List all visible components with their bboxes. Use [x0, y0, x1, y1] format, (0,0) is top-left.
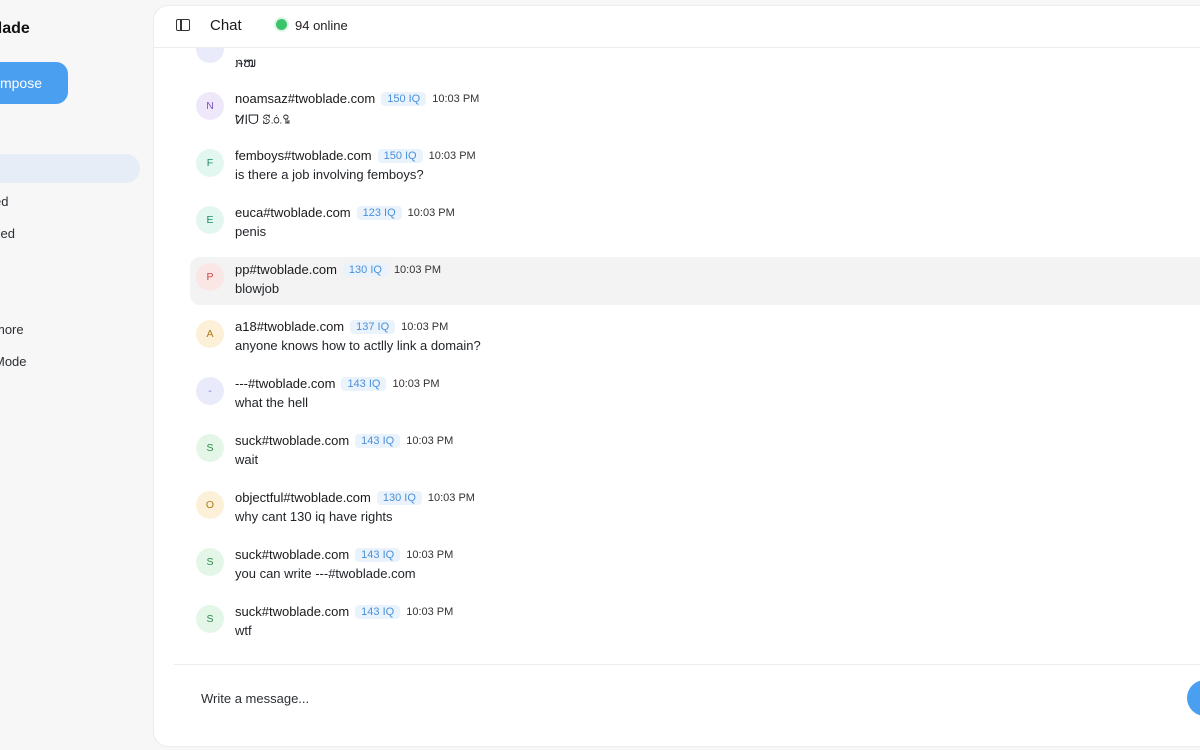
list-item[interactable]: - ---#twoblade.com 143 IQ 10:03 PM what the … [190, 371, 1200, 419]
composer [174, 674, 1200, 722]
chat-panel: Chat 94 online ໞໜ໛ Nnoamsaz#twoblade.com 1… [154, 6, 1200, 746]
username[interactable]: pp#twoblade.com [235, 262, 337, 277]
timestamp: 10:03 PM [401, 321, 448, 333]
online-count: 94 online [295, 18, 348, 33]
iq-badge: 143 IQ [341, 377, 386, 391]
online-status-icon [276, 19, 287, 30]
sidebar-item-1[interactable]: ed [0, 194, 8, 209]
message-text: ໞໜ໛ [235, 53, 256, 74]
message-text: anyone knows how to actlly link a domain… [235, 338, 481, 353]
iq-badge: 123 IQ [357, 206, 402, 220]
sidebar: blade ompose ed zed s more Mode [0, 0, 154, 750]
brand-name: blade [0, 20, 30, 38]
timestamp: 10:03 PM [392, 378, 439, 390]
avatar[interactable]: S [196, 548, 224, 576]
list-item[interactable]: ໞໜ໛ [190, 48, 1200, 77]
message-text: why cant 130 iq have rights [235, 509, 393, 524]
compose-button[interactable]: ompose [0, 62, 68, 104]
username[interactable]: suck#twoblade.com [235, 433, 349, 448]
avatar[interactable]: A [196, 320, 224, 348]
timestamp: 10:03 PM [394, 264, 441, 276]
iq-badge: 143 IQ [355, 434, 400, 448]
timestamp: 10:03 PM [406, 549, 453, 561]
timestamp: 10:03 PM [429, 150, 476, 162]
avatar[interactable]: P [196, 263, 224, 291]
iq-badge: 137 IQ [350, 320, 395, 334]
message-header: suck#twoblade.com 143 IQ 10:03 PM [235, 433, 453, 448]
username[interactable]: ---#twoblade.com [235, 376, 335, 391]
compose-label: ompose [0, 75, 42, 91]
username[interactable]: femboys#twoblade.com [235, 148, 372, 163]
iq-badge: 130 IQ [377, 491, 422, 505]
username[interactable]: objectful#twoblade.com [235, 490, 371, 505]
avatar[interactable] [196, 48, 224, 63]
message-header: ---#twoblade.com 143 IQ 10:03 PM [235, 376, 440, 391]
list-item[interactable]: Oobjectful#twoblade.com 130 IQ 10:03 PM why… [190, 485, 1200, 533]
list-item[interactable]: Ppp#twoblade.com 130 IQ 10:03 PM blowjob [190, 257, 1200, 305]
list-item[interactable]: Ssuck#twoblade.com 143 IQ 10:03 PM wait [190, 428, 1200, 476]
timestamp: 10:03 PM [408, 207, 455, 219]
username[interactable]: suck#twoblade.com [235, 547, 349, 562]
list-item[interactable]: Nnoamsaz#twoblade.com 150 IQ 10:03 PM ꛘ𐌉ᗜ ꕷ… [190, 86, 1200, 134]
message-text: you can write ---#twoblade.com [235, 566, 416, 581]
message-input[interactable] [174, 680, 1183, 716]
avatar[interactable]: E [196, 206, 224, 234]
username[interactable]: suck#twoblade.com [235, 604, 349, 619]
sidebar-item-more[interactable]: more [0, 322, 24, 337]
avatar[interactable]: O [196, 491, 224, 519]
avatar[interactable]: - [196, 377, 224, 405]
message-list[interactable]: ໞໜ໛ Nnoamsaz#twoblade.com 150 IQ 10:03 PM ꛘ𐌉… [154, 48, 1200, 664]
sidebar-item-mode[interactable]: Mode [0, 354, 27, 369]
list-item[interactable]: Ffemboys#twoblade.com 150 IQ 10:03 PM is th… [190, 143, 1200, 191]
message-header: a18#twoblade.com 137 IQ 10:03 PM [235, 319, 448, 334]
timestamp: 10:03 PM [428, 492, 475, 504]
timestamp: 10:03 PM [406, 435, 453, 447]
message-header: noamsaz#twoblade.com 150 IQ 10:03 PM [235, 91, 479, 106]
message-text: ꛘ𐌉ᗜ ꕷꗝꖥ [235, 110, 290, 128]
avatar[interactable]: S [196, 605, 224, 633]
list-item[interactable]: Eeuca#twoblade.com 123 IQ 10:03 PM penis [190, 200, 1200, 248]
list-item[interactable]: Ssuck#twoblade.com 143 IQ 10:03 PM you can … [190, 542, 1200, 590]
list-item[interactable]: Aa18#twoblade.com 137 IQ 10:03 PM anyone kn… [190, 314, 1200, 362]
message-header: suck#twoblade.com 143 IQ 10:03 PM [235, 604, 453, 619]
composer-divider [174, 664, 1200, 665]
message-text: wtf [235, 623, 252, 638]
sidebar-toggle-icon[interactable] [176, 19, 190, 31]
iq-badge: 143 IQ [355, 548, 400, 562]
timestamp: 10:03 PM [406, 606, 453, 618]
avatar[interactable]: S [196, 434, 224, 462]
message-header: pp#twoblade.com 130 IQ 10:03 PM [235, 262, 441, 277]
username[interactable]: a18#twoblade.com [235, 319, 344, 334]
page-title: Chat [210, 17, 242, 34]
message-text: what the hell [235, 395, 308, 410]
iq-badge: 143 IQ [355, 605, 400, 619]
iq-badge: 150 IQ [378, 149, 423, 163]
timestamp: 10:03 PM [432, 93, 479, 105]
avatar[interactable]: F [196, 149, 224, 177]
iq-badge: 150 IQ [381, 92, 426, 106]
message-header: euca#twoblade.com 123 IQ 10:03 PM [235, 205, 455, 220]
message-text: blowjob [235, 281, 279, 296]
message-header: femboys#twoblade.com 150 IQ 10:03 PM [235, 148, 476, 163]
sidebar-item-active[interactable] [0, 154, 140, 183]
message-text: penis [235, 224, 266, 239]
iq-badge: 130 IQ [343, 263, 388, 277]
sidebar-item-2[interactable]: zed [0, 226, 15, 241]
send-button[interactable] [1187, 680, 1200, 716]
message-text: wait [235, 452, 258, 467]
avatar[interactable]: N [196, 92, 224, 120]
message-header: suck#twoblade.com 143 IQ 10:03 PM [235, 547, 453, 562]
username[interactable]: noamsaz#twoblade.com [235, 91, 375, 106]
list-item[interactable]: Ssuck#twoblade.com 143 IQ 10:03 PM wtf [190, 599, 1200, 647]
message-text: is there a job involving femboys? [235, 167, 424, 182]
sidebar-item-3[interactable]: s [0, 290, 1, 305]
message-header: objectful#twoblade.com 130 IQ 10:03 PM [235, 490, 475, 505]
chat-header: Chat 94 online [154, 6, 1200, 48]
username[interactable]: euca#twoblade.com [235, 205, 351, 220]
